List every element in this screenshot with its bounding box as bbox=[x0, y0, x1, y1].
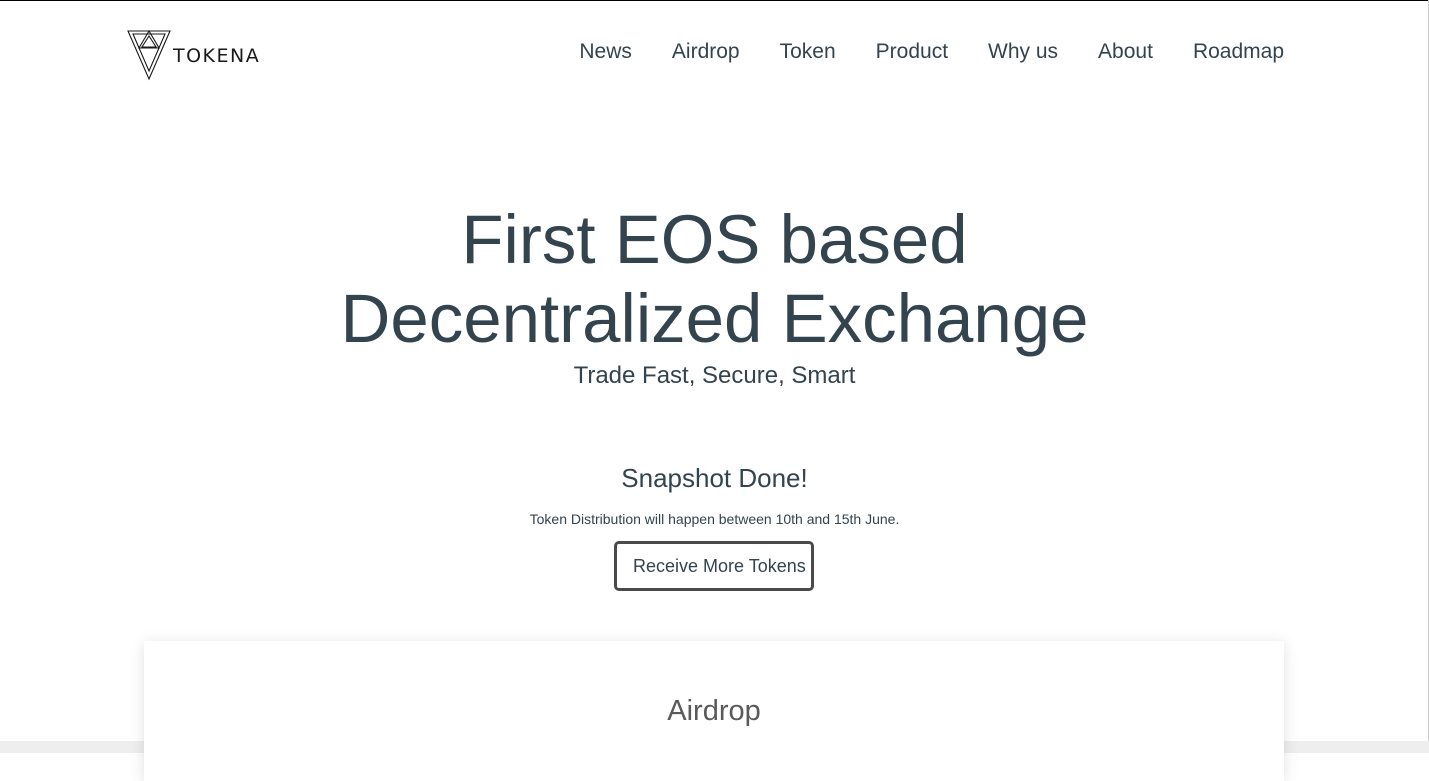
hero-subtitle: Trade Fast, Secure, Smart bbox=[573, 362, 856, 389]
nav-item-token[interactable]: Token bbox=[780, 38, 836, 66]
airdrop-section-heading: Airdrop bbox=[667, 695, 761, 727]
site-header: TOKENA News Airdrop Token Product Why us… bbox=[0, 0, 1429, 100]
hero-title: First EOS based Decentralized Exchange bbox=[0, 200, 1429, 358]
distribution-note: Token Distribution will happen between 1… bbox=[529, 511, 900, 527]
airdrop-section-card: Airdrop bbox=[144, 641, 1284, 781]
nav-item-product[interactable]: Product bbox=[876, 38, 948, 66]
hero-title-line-1: First EOS based bbox=[461, 201, 968, 278]
hero-title-line-2: Decentralized Exchange bbox=[340, 280, 1089, 357]
main-nav: News Airdrop Token Product Why us About … bbox=[579, 38, 1284, 66]
brand-logo-link[interactable]: TOKENA bbox=[127, 29, 260, 81]
receive-more-tokens-button[interactable]: Receive More Tokens bbox=[614, 541, 814, 591]
nav-item-roadmap[interactable]: Roadmap bbox=[1193, 38, 1284, 66]
nav-item-why-us[interactable]: Why us bbox=[988, 38, 1058, 66]
nav-item-about[interactable]: About bbox=[1098, 38, 1153, 66]
triangle-logo-icon bbox=[127, 29, 171, 81]
snapshot-title: Snapshot Done! bbox=[621, 463, 808, 493]
brand-name: TOKENA bbox=[173, 45, 261, 67]
nav-item-news[interactable]: News bbox=[579, 38, 632, 66]
nav-item-airdrop[interactable]: Airdrop bbox=[672, 38, 740, 66]
